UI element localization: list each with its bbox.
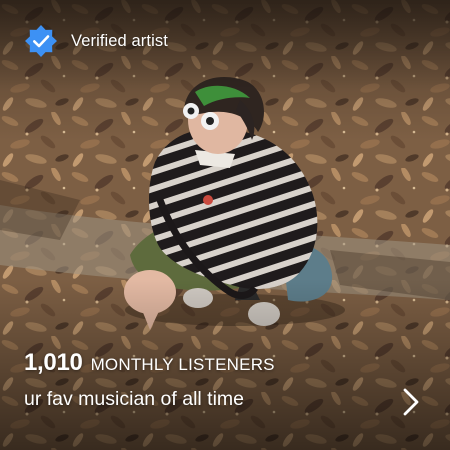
chevron-right-icon [403, 388, 419, 416]
monthly-listeners-label: MONTHLY LISTENERS [90, 355, 275, 374]
monthly-listeners: 1,010 MONTHLY LISTENERS [24, 349, 275, 377]
verified-badge-icon [25, 25, 57, 57]
monthly-listeners-count: 1,010 [24, 349, 83, 376]
artist-about-card[interactable]: Verified artist 1,010 MONTHLY LISTENERS … [0, 0, 450, 450]
photo-gradient-overlay [0, 0, 450, 450]
verified-artist-row: Verified artist [24, 23, 168, 59]
artist-bio: ur fav musician of all time [24, 388, 244, 410]
open-artist-about-button[interactable] [396, 385, 426, 419]
verified-artist-label: Verified artist [71, 31, 168, 50]
